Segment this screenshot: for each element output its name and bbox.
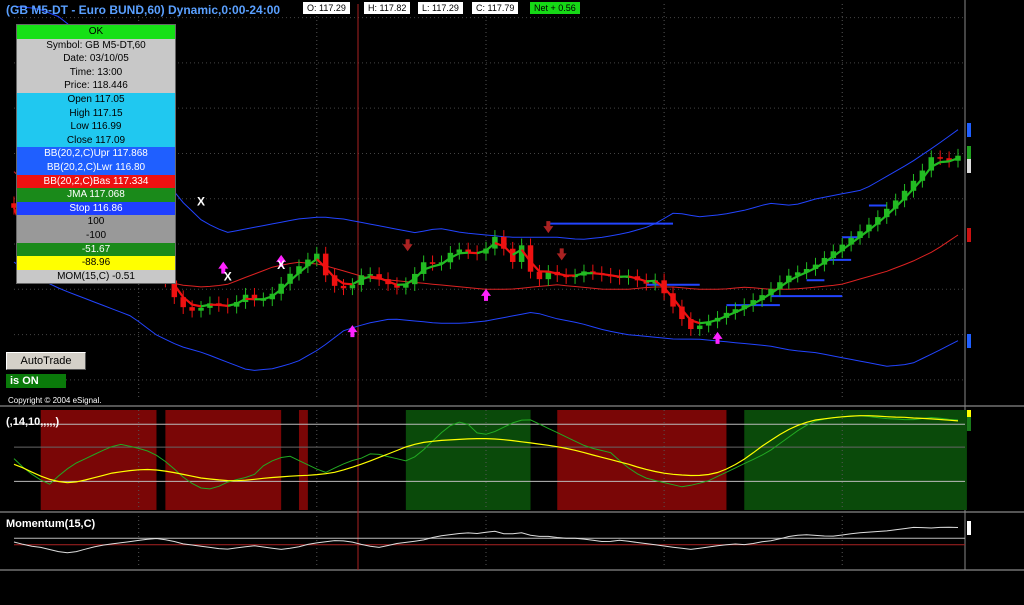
candle <box>349 284 356 289</box>
quote-close: C: 117.79 <box>472 2 519 14</box>
candle <box>367 274 373 276</box>
momentum-title: Momentum(15,C) <box>6 518 96 530</box>
jma-segment <box>218 303 228 307</box>
info-row: 100 <box>17 215 175 229</box>
jma-segment <box>370 275 380 280</box>
info-row: Stop 116.86 <box>17 201 175 216</box>
candle <box>198 307 204 311</box>
info-row: JMA 117.068 <box>17 188 175 202</box>
quote-low: L: 117.29 <box>418 2 463 14</box>
info-row: Price: 118.446 <box>17 79 175 93</box>
candle <box>340 285 347 289</box>
candle <box>509 248 516 262</box>
info-row: BB(20,2,C)Bas 117.334 <box>17 174 175 189</box>
info-row: Open 117.05 <box>17 92 175 107</box>
candle <box>536 271 543 280</box>
jma-segment <box>601 272 611 277</box>
info-row: Date: 03/10/05 <box>17 52 175 66</box>
info-row: BB(20,2,C)Lwr 116.80 <box>17 160 175 175</box>
candle <box>314 253 320 260</box>
info-row: High 117.15 <box>17 106 175 121</box>
candle <box>189 307 195 311</box>
info-row: -100 <box>17 228 175 243</box>
candle <box>429 262 436 264</box>
oscillator-zone <box>165 410 282 510</box>
info-row: Low 116.99 <box>17 120 175 134</box>
autotrade-status: is ON <box>6 374 66 388</box>
price-tag <box>967 227 971 242</box>
quote-high: H: 117.82 <box>364 2 411 14</box>
jma-segment <box>610 274 620 278</box>
jma-segment <box>459 251 469 255</box>
info-row: Time: 13:00 <box>17 65 175 80</box>
jma-segment <box>646 279 656 283</box>
jma-segment <box>699 321 709 325</box>
exit-x-mark: X <box>277 258 285 272</box>
info-row: BB(20,2,C)Upr 117.868 <box>17 147 175 161</box>
oscillator-zone <box>557 410 727 510</box>
exit-x-mark: X <box>197 195 205 209</box>
exit-x-mark: X <box>224 269 232 283</box>
autotrade-button[interactable]: AutoTrade <box>6 352 86 370</box>
info-row: OK <box>17 25 175 39</box>
price-tag <box>967 122 971 137</box>
candle <box>696 325 703 330</box>
jma-segment <box>343 282 353 286</box>
info-row: Close 117.09 <box>17 133 175 148</box>
quote-net: Net + 0.56 <box>530 2 580 14</box>
price-tag <box>967 417 971 432</box>
info-row: Symbol: GB M5-DT,60 <box>17 38 175 53</box>
price-tag <box>967 158 971 173</box>
jma-segment <box>592 272 602 276</box>
info-row: -88.96 <box>17 256 175 270</box>
copyright: Copyright © 2004 eSignal. <box>8 396 102 405</box>
candle <box>937 157 943 159</box>
quote-open: O: 117.29 <box>303 2 350 14</box>
oscillator-zone <box>744 410 967 510</box>
info-row: MOM(15,C) -0.51 <box>17 269 175 284</box>
jma-segment <box>940 160 950 164</box>
price-tag <box>967 520 971 535</box>
cursor-info-panel: OK Symbol: GB M5-DT,60 Date: 03/10/05 Time:… <box>16 24 176 285</box>
price-tag <box>967 333 971 348</box>
jma-segment <box>245 297 255 301</box>
chart-title: (GB M5-DT - Euro BUND,60) Dynamic,0:00-2… <box>6 3 281 17</box>
info-row: -51.67 <box>17 242 175 257</box>
oscillator-title: (,14,10,,,,,) <box>6 416 60 428</box>
oscillator-zone <box>298 410 308 510</box>
